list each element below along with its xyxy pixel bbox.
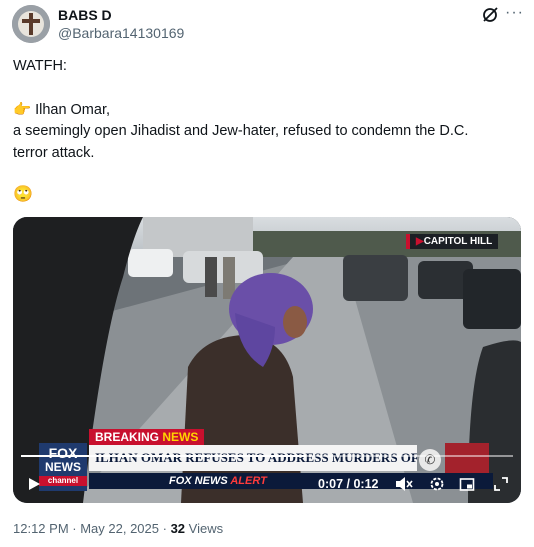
- ticker-text-a: FOX NEWS: [169, 475, 231, 487]
- play-icon[interactable]: [27, 477, 41, 491]
- tweet-line-2-text: Ilhan Omar,: [35, 102, 111, 118]
- location-tag: ▶CAPITOL HILL: [406, 234, 499, 249]
- fox-logo-mid: NEWS: [45, 460, 81, 474]
- tweet-line-2: 👉 Ilhan Omar,: [13, 100, 110, 120]
- progress-fill: [21, 455, 307, 457]
- tweet-line-4: terror attack.: [13, 145, 95, 161]
- progress-track[interactable]: [21, 455, 513, 457]
- author-handle[interactable]: @Barbara14130169: [58, 25, 184, 41]
- fullscreen-icon[interactable]: [493, 476, 509, 492]
- time-current: 0:07: [318, 477, 344, 491]
- meta-separator-2: ·: [159, 521, 171, 536]
- news-word: NEWS: [162, 430, 199, 444]
- author-display-name[interactable]: BABS D: [58, 7, 112, 23]
- ticker-text-b: ALERT: [230, 475, 267, 487]
- avatar[interactable]: [12, 5, 50, 43]
- fox-news-logo: FOX NEWS channel: [39, 443, 87, 491]
- phone-icon: ✆: [419, 449, 441, 471]
- headline-bar: ILHAN OMAR REFUSES TO ADDRESS MURDERS OF…: [89, 445, 417, 471]
- time-display: 0:07 / 0:12: [318, 477, 378, 491]
- meta-separator: ·: [68, 521, 81, 536]
- tweet-meta: 12:12 PM · May 22, 2025 · 32 Views: [13, 521, 223, 536]
- time-total: 0:12: [353, 477, 379, 491]
- fox-logo-bottom: channel: [39, 476, 87, 486]
- views-count: 32: [170, 521, 186, 536]
- time-separator: /: [343, 477, 354, 491]
- volume-mute-icon[interactable]: [395, 476, 413, 492]
- views-label: Views: [185, 521, 224, 536]
- tweet-time[interactable]: 12:12 PM: [13, 521, 69, 536]
- pip-icon[interactable]: [459, 476, 475, 492]
- location-tag-arrow: ▶: [416, 236, 424, 247]
- more-icon[interactable]: ···: [505, 4, 524, 22]
- tweet-line-1: WATFH:: [13, 58, 67, 74]
- location-tag-text: CAPITOL HILL: [423, 236, 493, 247]
- fox-logo-top: FOX: [48, 445, 78, 461]
- settings-icon[interactable]: [429, 476, 445, 492]
- breaking-news-label: BREAKING NEWS: [89, 429, 205, 445]
- eye-roll-emoji: 🙄: [13, 186, 33, 203]
- pointing-right-emoji: 👉: [13, 102, 32, 118]
- tweet-line-3: a seemingly open Jihadist and Jew-hater,…: [13, 123, 469, 139]
- breaking-word: BREAKING: [95, 430, 163, 444]
- tweet-date[interactable]: May 22, 2025: [80, 521, 159, 536]
- video-player[interactable]: ▶CAPITOL HILL FOX NEWS channel BREAKING …: [13, 217, 521, 503]
- cross-avatar-icon: [12, 5, 50, 43]
- grok-icon[interactable]: [481, 6, 499, 24]
- headline-text: ILHAN OMAR REFUSES TO ADDRESS MURDERS OF…: [95, 450, 417, 465]
